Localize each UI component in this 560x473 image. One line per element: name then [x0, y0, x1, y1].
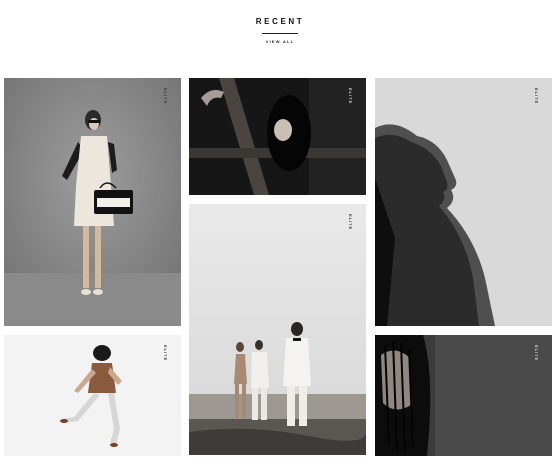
- photo-leaping-woman: [4, 335, 181, 456]
- photo-beach-trio: [189, 204, 366, 455]
- gallery-item-1[interactable]: ELITE: [4, 78, 181, 326]
- gallery-tag: ELITE: [163, 345, 168, 362]
- view-all-link[interactable]: VIEW ALL: [0, 39, 560, 44]
- gallery-item-6[interactable]: ELITE: [375, 335, 552, 456]
- photo-woman-beams: [189, 78, 366, 195]
- section-title: RECENT: [255, 17, 305, 26]
- gallery-item-5[interactable]: ELITE: [189, 204, 366, 455]
- gallery-tag: ELITE: [348, 88, 353, 105]
- photo-wet-hair: [375, 335, 552, 456]
- gallery-tag: ELITE: [348, 214, 353, 231]
- gallery-item-2[interactable]: ELITE: [189, 78, 366, 195]
- gallery-tag: ELITE: [163, 88, 168, 105]
- gallery-item-3[interactable]: ELITE: [375, 78, 552, 326]
- gallery-tag: ELITE: [534, 345, 539, 362]
- section-header: RECENT VIEW ALL: [0, 0, 560, 60]
- gallery-item-4[interactable]: ELITE: [4, 335, 181, 456]
- photo-woman-handbag: [4, 78, 181, 326]
- title-divider: [262, 33, 298, 34]
- photo-woman-profile: [375, 78, 552, 326]
- gallery-tag: ELITE: [534, 88, 539, 105]
